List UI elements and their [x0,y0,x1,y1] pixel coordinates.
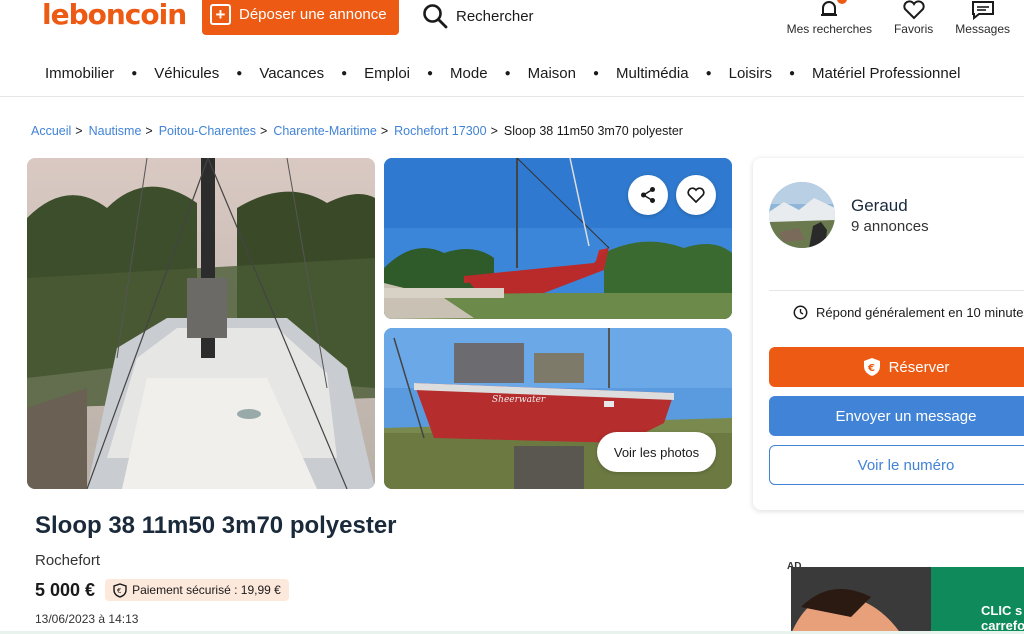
message-icon [971,1,994,21]
show-phone-button[interactable]: Voir le numéro [769,445,1024,485]
category-nav: Immobilier ● Véhicules ● Vacances ● Empl… [0,50,1024,97]
seller-name[interactable]: Geraud [851,196,908,216]
deposit-ad-label: Déposer une annonce [239,6,387,23]
see-photos-button[interactable]: Voir les photos [597,432,716,472]
clock-icon [793,305,808,320]
breadcrumb-department[interactable]: Charente-Maritime [273,124,377,138]
category-mode[interactable]: Mode [450,65,488,82]
bell-icon [821,1,838,16]
search-icon [423,4,448,29]
category-vacances[interactable]: Vacances [259,65,324,82]
search-button[interactable]: Rechercher [422,3,534,29]
reserve-button[interactable]: € Réserver [769,347,1024,387]
listing-price: 5 000 € [35,579,96,600]
category-immobilier[interactable]: Immobilier [45,65,114,82]
nav-separator: ● [341,67,348,79]
price-row: 5 000 € € Paiement sécurisé : 19,99 € [35,579,289,601]
category-vehicules[interactable]: Véhicules [154,65,219,82]
send-message-button[interactable]: Envoyer un message [769,396,1024,436]
avatar-image [769,182,835,248]
category-maison[interactable]: Maison [528,65,576,82]
ad-banner[interactable]: CLIC s carrefo [791,567,1024,634]
listing-city: Rochefort [35,552,101,569]
nav-separator: ● [788,67,796,79]
heart-icon [687,187,705,203]
seller-avatar[interactable] [769,182,835,248]
svg-text:€: € [117,587,121,595]
nav-separator: ● [236,67,243,79]
response-time-label: Répond généralement en 10 minutes [816,305,1024,320]
shield-euro-icon: € [863,358,880,376]
secure-payment-badge[interactable]: € Paiement sécurisé : 19,99 € [105,579,289,601]
notification-dot [837,0,848,4]
main-photo[interactable] [27,158,375,489]
breadcrumb-current: Sloop 38 11m50 3m70 polyester [503,124,683,138]
divider [769,290,1024,291]
hull-name-text: Sheerwater [492,395,546,405]
heart-icon [903,0,925,20]
share-button[interactable] [628,175,668,215]
header-shortcuts: Mes recherches Favoris Messages [787,0,1010,36]
top-header: leboncoin + Déposer une annonce Recherch… [0,0,1024,44]
breadcrumb-region[interactable]: Poitou-Charentes [159,124,256,138]
category-multimedia[interactable]: Multimédia [616,65,689,82]
breadcrumb-accueil[interactable]: Accueil [31,124,71,138]
response-time: Répond généralement en 10 minutes [793,305,1024,320]
category-emploi[interactable]: Emploi [364,65,410,82]
ad-text: CLIC s carrefo [981,603,1024,633]
seller-card: Geraud 9 annonces Répond généralement en… [753,158,1024,510]
favorites-link[interactable]: Favoris [894,0,933,36]
favorite-button[interactable] [676,175,716,215]
reserve-label: Réserver [888,358,950,376]
nav-separator: ● [131,67,138,79]
nav-separator: ● [504,67,511,79]
breadcrumb-city[interactable]: Rochefort 17300 [394,124,486,138]
deposit-ad-button[interactable]: + Déposer une annonce [202,0,399,35]
search-label: Rechercher [456,7,534,25]
shield-euro-icon: € [113,582,127,598]
leboncoin-logo[interactable]: leboncoin [42,0,187,31]
nav-separator: ● [592,67,600,79]
listing-title: Sloop 38 11m50 3m70 polyester [35,512,397,539]
deck-photo-image [27,158,375,489]
category-loisirs[interactable]: Loisirs [729,65,772,82]
category-materiel-pro[interactable]: Matériel Professionnel [812,65,960,82]
seller-ads-count[interactable]: 9 annonces [851,218,929,235]
breadcrumb-nautisme[interactable]: Nautisme [89,124,142,138]
nav-separator: ● [427,67,434,79]
plus-icon: + [210,4,231,25]
ad-text-line-1: CLIC s [981,603,1023,618]
breadcrumb: Accueil > Nautisme > Poitou-Charentes > Cha… [31,124,683,138]
nav-separator: ● [705,67,712,79]
listing-date: 13/06/2023 à 14:13 [35,612,139,626]
svg-text:€: € [867,363,875,374]
saved-searches-link[interactable]: Mes recherches [787,0,872,36]
favorites-label: Favoris [893,22,934,36]
secure-payment-label: Paiement sécurisé : 19,99 € [132,583,281,597]
share-icon [641,187,655,203]
messages-link[interactable]: Messages [955,0,1010,36]
saved-searches-label: Mes recherches [786,22,872,36]
messages-label: Messages [955,22,1010,36]
